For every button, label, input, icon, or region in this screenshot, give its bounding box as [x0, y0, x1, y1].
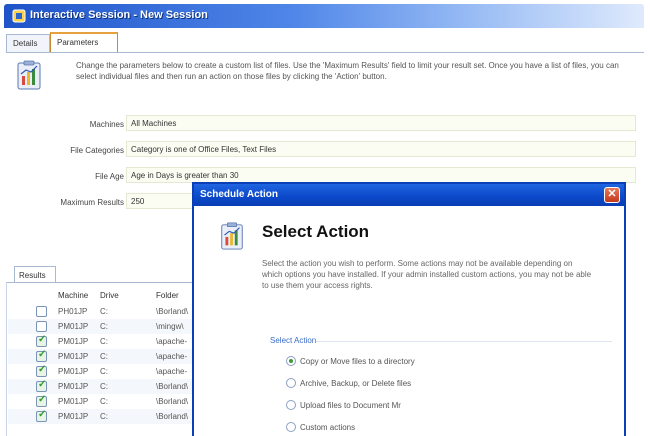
- option-label: Custom actions: [300, 423, 356, 432]
- row-machine: PM01JP: [58, 412, 89, 421]
- col-folder-header[interactable]: Folder: [156, 291, 179, 300]
- col-drive-header[interactable]: Drive: [100, 291, 119, 300]
- file-categories-label: File Categories: [70, 146, 124, 155]
- row-drive: C:: [100, 322, 108, 331]
- row-checkbox[interactable]: [36, 321, 47, 332]
- row-drive: C:: [100, 367, 108, 376]
- row-machine: PM01JP: [58, 367, 89, 376]
- file-categories-field[interactable]: Category is one of Office Files, Text Fi…: [126, 141, 636, 157]
- row-checkbox[interactable]: [36, 379, 47, 392]
- table-row[interactable]: PM01JP C: \apache-: [8, 334, 196, 349]
- row-checkbox[interactable]: [36, 364, 47, 377]
- row-drive: C:: [100, 382, 108, 391]
- file-age-label: File Age: [95, 172, 124, 181]
- table-row[interactable]: PM01JP C: \Borland\: [8, 379, 196, 394]
- row-folder: \apache-: [156, 352, 188, 361]
- max-results-field[interactable]: 250: [126, 193, 196, 209]
- dialog-titlebar[interactable]: Schedule Action ✕: [194, 184, 624, 206]
- row-machine: PM01JP: [58, 382, 89, 391]
- col-machine-header[interactable]: Machine: [58, 291, 88, 300]
- row-machine: PM01JP: [58, 397, 89, 406]
- max-results-label: Maximum Results: [60, 198, 124, 207]
- row-drive: C:: [100, 337, 108, 346]
- row-checkbox[interactable]: [36, 394, 47, 407]
- tab-parameters[interactable]: Parameters: [50, 32, 118, 52]
- chart-clipboard-icon: [221, 222, 243, 250]
- row-machine: PM01JP: [58, 322, 89, 331]
- select-action-divider: [316, 341, 612, 342]
- table-row[interactable]: PH01JP C: \Borland\: [8, 304, 196, 319]
- machines-field[interactable]: All Machines: [126, 115, 636, 131]
- radio-button[interactable]: [286, 422, 296, 432]
- dialog-description: Select the action you wish to perform. S…: [262, 259, 592, 290]
- row-machine: PM01JP: [58, 337, 89, 346]
- radio-button[interactable]: [286, 356, 296, 366]
- option-label: Copy or Move files to a directory: [300, 357, 415, 366]
- row-checkbox[interactable]: [36, 349, 47, 362]
- row-folder: \Borland\: [156, 397, 189, 406]
- tab-results[interactable]: Results: [14, 266, 56, 282]
- file-age-field[interactable]: Age in Days is greater than 30: [126, 167, 636, 183]
- table-row[interactable]: PM01JP C: \mingw\: [8, 319, 196, 334]
- window-title: Interactive Session - New Session: [30, 9, 208, 21]
- row-folder: \Borland\: [156, 412, 189, 421]
- radio-button[interactable]: [286, 378, 296, 388]
- row-drive: C:: [100, 412, 108, 421]
- intro-text: Change the parameters below to create a …: [76, 61, 619, 81]
- row-folder: \apache-: [156, 367, 188, 376]
- option-label: Upload files to Document Mr: [300, 401, 401, 410]
- row-drive: C:: [100, 352, 108, 361]
- table-row[interactable]: PM01JP C: \Borland\: [8, 394, 196, 409]
- option-label: Archive, Backup, or Delete files: [300, 379, 412, 388]
- row-folder: \Borland\: [156, 307, 189, 316]
- chart-clipboard-icon: [17, 60, 41, 90]
- close-button[interactable]: ✕: [604, 187, 620, 203]
- row-machine: PH01JP: [58, 307, 88, 316]
- row-folder: \mingw\: [156, 322, 184, 331]
- main-titlebar: Interactive Session - New Session: [4, 4, 644, 28]
- tab-details[interactable]: Details: [6, 34, 50, 52]
- radio-button[interactable]: [286, 400, 296, 410]
- schedule-action-dialog: Schedule Action ✕ Select Action Select t…: [192, 182, 626, 436]
- dialog-heading: Select Action: [262, 222, 370, 241]
- table-row[interactable]: PM01JP C: \Borland\: [8, 409, 196, 424]
- row-drive: C:: [100, 307, 108, 316]
- row-checkbox[interactable]: [36, 409, 47, 422]
- tab-divider: [6, 52, 644, 53]
- row-folder: \apache-: [156, 337, 188, 346]
- table-row[interactable]: PM01JP C: \apache-: [8, 364, 196, 379]
- table-row[interactable]: PM01JP C: \apache-: [8, 349, 196, 364]
- machines-label: Machines: [89, 120, 124, 129]
- row-drive: C:: [100, 397, 108, 406]
- row-folder: \Borland\: [156, 382, 189, 391]
- app-icon: [12, 9, 26, 23]
- dialog-title: Schedule Action: [200, 189, 278, 200]
- row-machine: PM01JP: [58, 352, 89, 361]
- row-checkbox[interactable]: [36, 306, 47, 317]
- select-action-label: Select Action: [270, 336, 317, 345]
- row-checkbox[interactable]: [36, 334, 47, 347]
